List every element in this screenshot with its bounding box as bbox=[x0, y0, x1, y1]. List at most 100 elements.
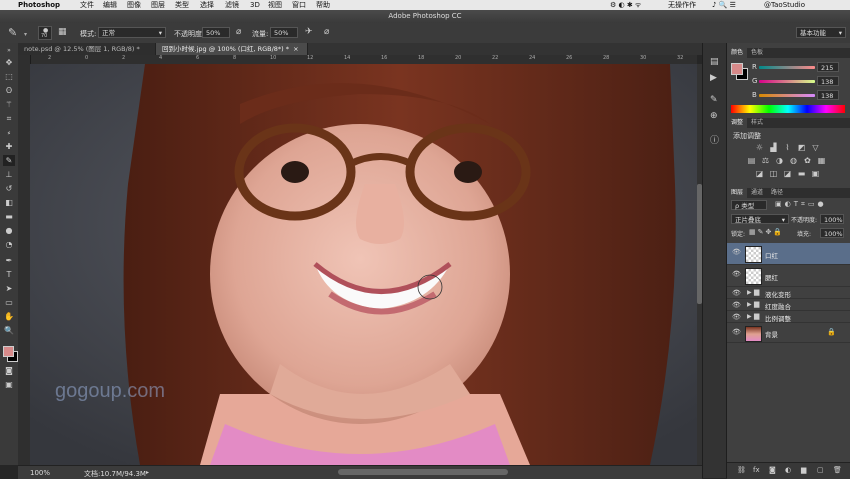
document-canvas[interactable]: gogoup.com bbox=[30, 64, 697, 465]
g-field[interactable]: 138 bbox=[817, 76, 839, 86]
mixer-icon[interactable]: ✿ bbox=[803, 157, 812, 165]
marquee-icon[interactable]: ⬚ bbox=[3, 71, 15, 82]
layer-row-background[interactable]: 👁 背景 🔒 bbox=[727, 323, 850, 343]
exposure-icon[interactable]: ◩ bbox=[797, 144, 806, 152]
shape-icon[interactable]: ▭ bbox=[3, 297, 15, 308]
color-spectrum-bar[interactable] bbox=[731, 105, 845, 113]
collapse-icon[interactable]: » bbox=[3, 45, 15, 56]
lasso-icon[interactable]: ʘ bbox=[3, 85, 15, 96]
trash-icon[interactable]: 🗑 bbox=[833, 466, 842, 474]
dodge-icon[interactable]: ◔ bbox=[3, 239, 15, 250]
filter-icons[interactable]: ▣◐T⌗▭● bbox=[775, 200, 827, 209]
blur-icon[interactable]: ● bbox=[3, 225, 15, 236]
tab-swatches[interactable]: 色板 bbox=[747, 48, 767, 58]
menubar-user[interactable]: @TaoStudio bbox=[764, 0, 805, 10]
eye-icon[interactable]: 👁 bbox=[732, 313, 741, 321]
adjustment-layer-icon[interactable]: ◐ bbox=[785, 466, 791, 474]
r-field[interactable]: 215 bbox=[817, 62, 839, 72]
menu-view[interactable]: 视图 bbox=[268, 0, 282, 10]
fx-icon[interactable]: fx bbox=[753, 466, 760, 474]
screen-mode-icon[interactable]: ▣ bbox=[3, 379, 15, 390]
tab-styles[interactable]: 样式 bbox=[747, 118, 767, 128]
brush-tool-icon[interactable]: ✎ bbox=[3, 155, 15, 166]
photo-filter-icon[interactable]: ◍ bbox=[789, 157, 798, 165]
threshold-icon[interactable]: ◪ bbox=[783, 170, 792, 178]
tab-layers[interactable]: 图层 bbox=[727, 188, 748, 198]
layer-row-blush[interactable]: 👁 腮红 bbox=[727, 265, 850, 287]
actions-panel-icon[interactable]: ▶ bbox=[710, 73, 717, 83]
eye-icon[interactable]: 👁 bbox=[732, 270, 741, 278]
bw-icon[interactable]: ◑ bbox=[775, 157, 784, 165]
tab-active-document[interactable]: 回到小时候.jpg @ 100% (口红, RGB/8*) * × bbox=[156, 43, 308, 55]
airbrush-icon[interactable]: ✈ bbox=[305, 27, 313, 37]
workspace-select[interactable]: 基本功能 ▾ bbox=[796, 27, 846, 38]
hand-icon[interactable]: ✋ bbox=[3, 311, 15, 322]
tab-note-psd[interactable]: note.psd @ 12.5% (图层 1, RGB/8) * × bbox=[18, 43, 156, 65]
opacity-field[interactable]: 50% bbox=[202, 27, 230, 38]
menu-filter[interactable]: 滤镜 bbox=[225, 0, 239, 10]
r-slider[interactable] bbox=[759, 66, 815, 69]
lock-icon[interactable]: ▦✎✥🔒 bbox=[749, 228, 784, 236]
gradient-icon[interactable]: ▬ bbox=[3, 211, 15, 222]
levels-icon[interactable]: ▟ bbox=[769, 144, 778, 152]
expand-arrow-icon[interactable]: ▶ bbox=[747, 301, 752, 308]
vibrance-icon[interactable]: ▽ bbox=[811, 144, 820, 152]
expand-arrow-icon[interactable]: ▶ bbox=[747, 313, 752, 320]
brush-panel-strip-icon[interactable]: ✎ bbox=[710, 95, 718, 105]
layer-row-lipstick[interactable]: 👁 口红 bbox=[727, 243, 850, 265]
layer-filter-select[interactable]: ρ 类型 bbox=[731, 200, 767, 210]
menu-image[interactable]: 图像 bbox=[127, 0, 141, 10]
zoom-icon[interactable]: 🔍 bbox=[3, 325, 15, 336]
zoom-level[interactable]: 100% bbox=[30, 469, 50, 477]
pen-icon[interactable]: ✒ bbox=[3, 255, 15, 266]
dropdown-arrow-icon[interactable]: ▾ bbox=[24, 31, 27, 38]
menu-window[interactable]: 窗口 bbox=[292, 0, 306, 10]
layer-opacity-field[interactable]: 100% bbox=[820, 214, 844, 224]
posterize-icon[interactable]: ◫ bbox=[769, 170, 778, 178]
eyedropper-icon[interactable]: ⸗ bbox=[3, 127, 15, 138]
mask-icon[interactable]: ◙ bbox=[769, 466, 776, 474]
fill-field[interactable]: 100% bbox=[820, 228, 844, 238]
layer-group-liquify[interactable]: 👁 ▶ ▆ 液化变形 bbox=[727, 287, 850, 299]
input-method-label[interactable]: 无操作作 bbox=[668, 0, 696, 10]
balance-icon[interactable]: ⚖ bbox=[761, 157, 770, 165]
eye-icon[interactable]: 👁 bbox=[732, 248, 741, 256]
path-select-icon[interactable]: ➤ bbox=[3, 283, 15, 294]
tab-channels[interactable]: 通道 bbox=[747, 188, 767, 198]
menu-layer[interactable]: 图层 bbox=[151, 0, 165, 10]
wand-icon[interactable]: ⚚ bbox=[3, 99, 15, 110]
b-slider[interactable] bbox=[759, 94, 815, 97]
brush-preset-picker[interactable]: ● 70 bbox=[38, 26, 52, 40]
layer-group-proportion[interactable]: 👁 ▶ ▆ 比例调整 bbox=[727, 311, 850, 323]
move-icon[interactable]: ✥ bbox=[3, 57, 15, 68]
selective-color-icon[interactable]: ▣ bbox=[811, 170, 820, 178]
history-panel-icon[interactable]: ▤ bbox=[710, 57, 719, 67]
expand-arrow-icon[interactable]: ▶ bbox=[747, 289, 752, 296]
b-field[interactable]: 138 bbox=[817, 90, 839, 100]
group-icon[interactable]: ▆ bbox=[801, 466, 806, 474]
color-panel-foreground[interactable] bbox=[731, 63, 743, 75]
eye-icon[interactable]: 👁 bbox=[732, 328, 741, 336]
layer-group-blend[interactable]: 👁 ▶ ▆ 红度融合 bbox=[727, 299, 850, 311]
tab-adjustments[interactable]: 调整 bbox=[727, 118, 748, 128]
type-icon[interactable]: T bbox=[3, 269, 15, 280]
info-panel-icon[interactable]: ⓘ bbox=[710, 133, 719, 146]
eye-icon[interactable]: 👁 bbox=[732, 301, 741, 309]
tab-paths[interactable]: 路径 bbox=[767, 188, 787, 198]
new-layer-icon[interactable]: ▢ bbox=[817, 466, 824, 474]
eye-icon[interactable]: 👁 bbox=[732, 289, 741, 297]
menu-edit[interactable]: 编辑 bbox=[103, 0, 117, 10]
menu-app[interactable]: Photoshop bbox=[18, 0, 60, 10]
pressure-size-icon[interactable]: ⌀ bbox=[324, 27, 329, 37]
eraser-icon[interactable]: ◧ bbox=[3, 197, 15, 208]
flow-field[interactable]: 50% bbox=[270, 27, 298, 38]
brush-panel-icon[interactable]: ▦ bbox=[58, 27, 67, 37]
hue-icon[interactable]: ▤ bbox=[747, 157, 756, 165]
brush-icon[interactable]: ✎ bbox=[8, 26, 17, 39]
curves-icon[interactable]: ⌇ bbox=[783, 144, 792, 152]
pressure-opacity-icon[interactable]: ⌀ bbox=[236, 27, 241, 37]
mode-select[interactable]: 正常 ▾ bbox=[98, 27, 166, 38]
invert-icon[interactable]: ◪ bbox=[755, 170, 764, 178]
foreground-color-swatch[interactable] bbox=[3, 346, 14, 357]
g-slider[interactable] bbox=[759, 80, 815, 83]
